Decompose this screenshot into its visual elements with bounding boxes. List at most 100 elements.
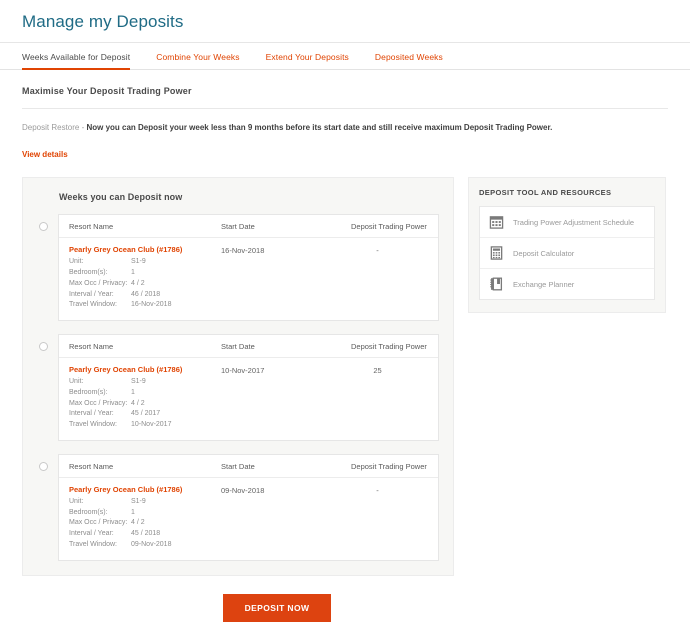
spec-label-bedrooms: Bedroom(s): <box>69 269 108 277</box>
spec-row-interval: Interval / Year: 46 / 2018 <box>69 290 171 301</box>
column-header-trading-power: Deposit Trading Power <box>351 342 427 352</box>
spec-row-interval: Interval / Year: 45 / 2017 <box>69 409 171 420</box>
spec-label-travel-window: Travel Window: <box>69 540 117 548</box>
week-select-radio[interactable] <box>39 342 48 352</box>
spec-row-unit: Unit: S1-9 <box>69 377 171 388</box>
column-header-trading-power: Deposit Trading Power <box>351 461 427 471</box>
tab-bar: Weeks Available for Deposit Combine Your… <box>0 43 690 70</box>
column-header-start-date: Start Date <box>221 461 255 471</box>
spec-label-travel-window: Travel Window: <box>69 421 117 429</box>
trading-power-cell: - <box>376 246 379 256</box>
tab-label: Combine Your Weeks <box>156 52 240 62</box>
week-card-header: Resort Name Start Date Deposit Trading P… <box>59 455 438 478</box>
tool-item-deposit-calculator[interactable]: Deposit Calculator <box>480 238 654 270</box>
spec-value-travel-window: 16-Nov-2018 <box>131 301 172 309</box>
tools-panel-title: DEPOSIT TOOL AND RESOURCES <box>479 188 612 198</box>
week-row: Resort Name Start Date Deposit Trading P… <box>37 334 439 441</box>
tab-label: Weeks Available for Deposit <box>22 52 131 62</box>
spec-label-interval: Interval / Year: <box>69 290 114 298</box>
spec-value-occupancy: 4 / 2 <box>131 399 145 407</box>
column-header-start-date: Start Date <box>221 222 255 232</box>
spec-label-bedrooms: Bedroom(s): <box>69 388 108 396</box>
tab-extend-your-deposits[interactable]: Extend Your Deposits <box>266 52 349 69</box>
spec-row-travel-window: Travel Window: 09-Nov-2018 <box>69 540 171 551</box>
spec-value-occupancy: 4 / 2 <box>131 279 145 287</box>
week-row: Resort Name Start Date Deposit Trading P… <box>37 453 439 561</box>
tool-item-exchange-planner[interactable]: Exchange Planner <box>480 269 654 299</box>
page-header: Manage my Deposits <box>0 0 690 43</box>
resort-cell: Pearly Grey Ocean Club (#1786) Unit: S1-… <box>59 365 221 431</box>
spec-value-travel-window: 09-Nov-2018 <box>131 540 172 548</box>
intro-heading: Maximise Your Deposit Trading Power <box>22 86 192 96</box>
column-header-resort-name: Resort Name <box>69 222 114 232</box>
week-spec-table: Unit: S1-9 Bedroom(s): 1 Max Occ / Priva… <box>69 257 171 311</box>
week-select-radio[interactable] <box>39 461 48 471</box>
column-header-resort-name: Resort Name <box>69 461 114 471</box>
trading-power-cell: - <box>376 485 379 495</box>
tab-combine-your-weeks[interactable]: Combine Your Weeks <box>156 52 239 69</box>
deposit-panel-heading: Weeks you can Deposit now <box>59 192 183 203</box>
resort-cell: Pearly Grey Ocean Club (#1786) Unit: S1-… <box>59 245 221 311</box>
spec-value-travel-window: 10-Nov-2017 <box>131 421 172 429</box>
start-date-cell: 09-Nov-2018 <box>221 485 265 495</box>
spec-label-interval: Interval / Year: <box>69 530 114 538</box>
week-card-body: Pearly Grey Ocean Club (#1786) Unit: S1-… <box>59 358 438 440</box>
week-card-body: Pearly Grey Ocean Club (#1786) Unit: S1-… <box>59 478 438 560</box>
week-card: Resort Name Start Date Deposit Trading P… <box>58 334 439 441</box>
spec-label-interval: Interval / Year: <box>69 410 114 418</box>
spec-row-occupancy: Max Occ / Privacy: 4 / 2 <box>69 518 171 529</box>
tab-weeks-available-for-deposit[interactable]: Weeks Available for Deposit <box>22 52 131 70</box>
week-card-body: Pearly Grey Ocean Club (#1786) Unit: S1-… <box>59 238 438 320</box>
spec-value-interval: 46 / 2018 <box>131 290 161 298</box>
content-row: Weeks you can Deposit now Resort Name St… <box>0 162 690 576</box>
tools-list: Trading Power Adjustment Schedule Deposi… <box>479 206 655 301</box>
deposit-tools-panel: DEPOSIT TOOL AND RESOURCES Trading Power… <box>468 177 666 314</box>
spec-row-unit: Unit: S1-9 <box>69 257 171 268</box>
spec-value-bedrooms: 1 <box>131 508 135 516</box>
intro-note: Deposit Restore - Now you can Deposit yo… <box>22 123 668 133</box>
trading-power-cell: 25 <box>373 366 382 376</box>
tab-label: Deposited Weeks <box>374 52 443 62</box>
tool-item-trading-power-adjustment-schedule[interactable]: Trading Power Adjustment Schedule <box>480 207 654 239</box>
spec-row-bedrooms: Bedroom(s): 1 <box>69 508 171 519</box>
view-details-link[interactable]: View details <box>22 150 68 159</box>
resort-cell: Pearly Grey Ocean Club (#1786) Unit: S1-… <box>59 485 221 551</box>
spec-label-travel-window: Travel Window: <box>69 301 117 309</box>
spec-value-interval: 45 / 2018 <box>131 530 161 538</box>
spec-label-bedrooms: Bedroom(s): <box>69 508 108 516</box>
spec-value-unit: S1-9 <box>131 258 146 266</box>
spec-row-interval: Interval / Year: 45 / 2018 <box>69 529 171 540</box>
intro-note-prefix: Deposit Restore - <box>22 123 87 132</box>
intro-note-body: Now you can Deposit your week less than … <box>86 123 553 132</box>
week-select-radio[interactable] <box>39 222 48 232</box>
deposit-now-button[interactable]: DEPOSIT NOW <box>222 593 332 622</box>
spec-row-unit: Unit: S1-9 <box>69 497 171 508</box>
tool-item-label: Deposit Calculator <box>513 248 575 258</box>
week-card-header: Resort Name Start Date Deposit Trading P… <box>59 215 438 239</box>
tool-item-label: Trading Power Adjustment Schedule <box>513 217 635 227</box>
week-card: Resort Name Start Date Deposit Trading P… <box>58 214 439 322</box>
column-header-resort-name: Resort Name <box>69 342 114 352</box>
spec-value-interval: 45 / 2017 <box>131 410 161 418</box>
column-header-start-date: Start Date <box>221 342 255 352</box>
page-title: Manage my Deposits <box>22 12 184 31</box>
tab-deposited-weeks[interactable]: Deposited Weeks <box>375 52 443 69</box>
spec-label-occupancy: Max Occ / Privacy: <box>69 519 128 527</box>
start-date-cell: 16-Nov-2018 <box>221 246 265 256</box>
spec-label-occupancy: Max Occ / Privacy: <box>69 279 128 287</box>
spec-row-bedrooms: Bedroom(s): 1 <box>69 388 171 399</box>
spec-value-occupancy: 4 / 2 <box>131 519 145 527</box>
intro-divider <box>22 108 668 109</box>
week-row: Resort Name Start Date Deposit Trading P… <box>37 214 439 322</box>
spec-label-unit: Unit: <box>69 378 84 386</box>
spec-row-travel-window: Travel Window: 10-Nov-2017 <box>69 420 171 431</box>
resort-name-link[interactable]: Pearly Grey Ocean Club (#1786) <box>69 245 221 254</box>
spec-row-occupancy: Max Occ / Privacy: 4 / 2 <box>69 399 171 410</box>
spec-row-occupancy: Max Occ / Privacy: 4 / 2 <box>69 279 171 290</box>
book-icon <box>489 276 504 292</box>
resort-name-link[interactable]: Pearly Grey Ocean Club (#1786) <box>69 365 221 374</box>
resort-name-link[interactable]: Pearly Grey Ocean Club (#1786) <box>69 485 221 494</box>
spec-value-bedrooms: 1 <box>131 388 135 396</box>
calendar-icon <box>489 214 504 230</box>
spec-row-travel-window: Travel Window: 16-Nov-2018 <box>69 300 171 311</box>
